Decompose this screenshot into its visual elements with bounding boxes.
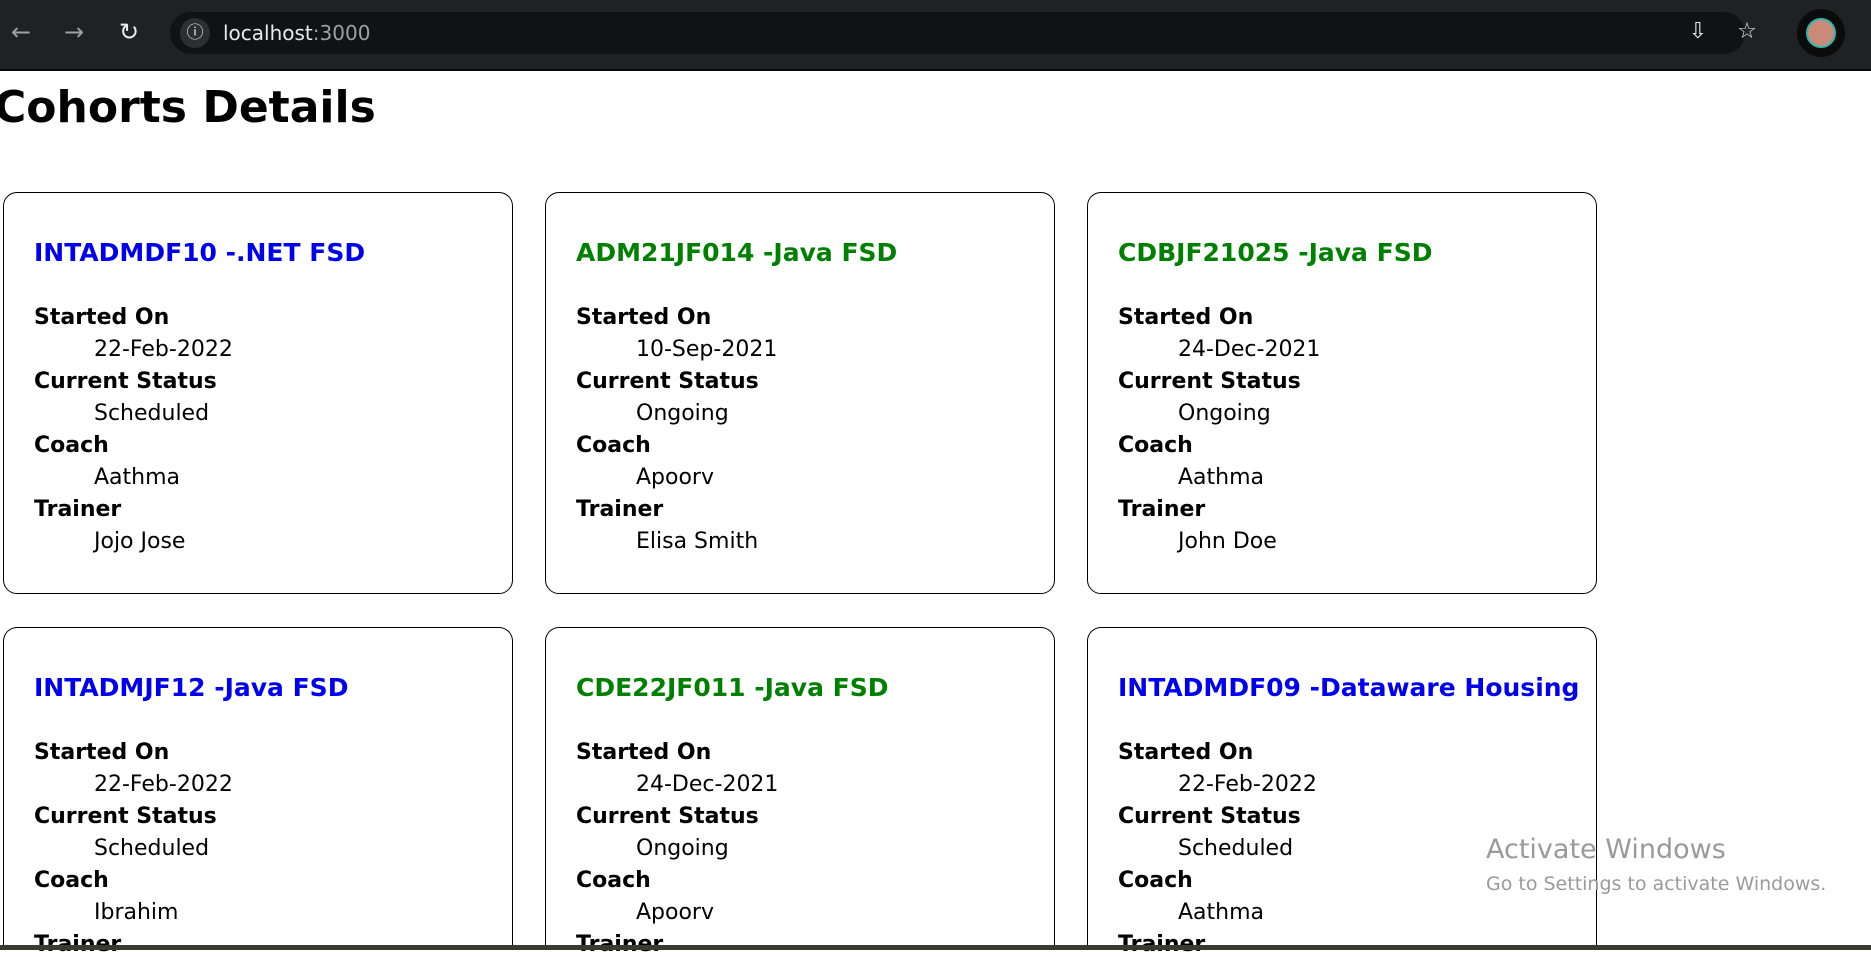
current-status-label: Current Status: [1118, 369, 1301, 394]
cohort-title: CDBJF21025 -Java FSD: [1118, 238, 1433, 267]
coach-label: Coach: [1118, 433, 1193, 458]
bookmark-star-icon[interactable]: ☆: [1731, 16, 1763, 48]
started-on-label: Started On: [34, 740, 170, 765]
coach-label: Coach: [576, 868, 651, 893]
windows-activation-watermark: Activate Windows Go to Settings to activ…: [1486, 834, 1826, 895]
cohort-title: INTADMJF12 -Java FSD: [34, 673, 349, 702]
current-status-label: Current Status: [1118, 804, 1301, 829]
page-title: Cohorts Details: [0, 82, 376, 133]
started-on-value: 10-Sep-2021: [636, 337, 778, 362]
started-on-value: 22-Feb-2022: [94, 772, 233, 797]
trainer-label: Trainer: [34, 497, 122, 522]
cohort-title: ADM21JF014 -Java FSD: [576, 238, 898, 267]
url-text[interactable]: localhost:3000: [223, 21, 370, 45]
cohort-card: CDBJF21025 -Java FSD Started On 24-Dec-2…: [1087, 192, 1597, 594]
current-status-label: Current Status: [576, 804, 759, 829]
started-on-value: 22-Feb-2022: [94, 337, 233, 362]
trainer-label: Trainer: [576, 497, 664, 522]
cohort-card: INTADMJF12 -Java FSD Started On 22-Feb-2…: [3, 627, 513, 957]
trainer-value: Elisa Smith: [636, 529, 759, 554]
current-status-label: Current Status: [34, 369, 217, 394]
watermark-subtitle: Go to Settings to activate Windows.: [1486, 873, 1827, 895]
current-status-value: Ongoing: [636, 401, 729, 426]
started-on-label: Started On: [576, 740, 712, 765]
started-on-value: 24-Dec-2021: [636, 772, 779, 797]
trainer-label: Trainer: [1118, 497, 1206, 522]
cohort-title: CDE22JF011 -Java FSD: [576, 673, 889, 702]
cohort-card: INTADMDF10 -.NET FSD Started On 22-Feb-2…: [3, 192, 513, 594]
coach-value: Aathma: [94, 465, 181, 490]
current-status-value: Ongoing: [636, 836, 729, 861]
current-status-value: Ongoing: [1178, 401, 1271, 426]
coach-label: Coach: [34, 868, 109, 893]
cohort-title: INTADMDF09 -Dataware Housing: [1118, 673, 1580, 702]
url-host: localhost: [223, 21, 313, 45]
coach-label: Coach: [1118, 868, 1193, 893]
started-on-label: Started On: [34, 305, 170, 330]
watermark-title: Activate Windows: [1486, 834, 1726, 865]
current-status-value: Scheduled: [94, 401, 210, 426]
install-app-icon[interactable]: ⇩: [1682, 16, 1714, 48]
started-on-label: Started On: [576, 305, 712, 330]
site-info-icon[interactable]: ⓘ: [180, 18, 210, 48]
current-status-value: Scheduled: [94, 836, 210, 861]
cohort-title: INTADMDF10 -.NET FSD: [34, 238, 366, 267]
forward-arrow-icon[interactable]: →: [58, 16, 90, 48]
coach-value: Apoorv: [636, 465, 714, 490]
cohort-card: ADM21JF014 -Java FSD Started On 10-Sep-2…: [545, 192, 1055, 594]
browser-toolbar: ← → ↻ ⓘ localhost:3000 ⇩ ☆: [0, 0, 1871, 71]
taskbar-edge: [0, 945, 1871, 950]
cohort-card: INTADMDF09 -Dataware Housing Started On …: [1087, 627, 1597, 957]
profile-avatar[interactable]: [1797, 9, 1845, 57]
started-on-value: 22-Feb-2022: [1178, 772, 1317, 797]
address-bar[interactable]: ⓘ localhost:3000: [170, 12, 1745, 54]
started-on-value: 24-Dec-2021: [1178, 337, 1321, 362]
current-status-label: Current Status: [576, 369, 759, 394]
back-arrow-icon[interactable]: ←: [5, 16, 37, 48]
coach-value: Aathma: [1178, 465, 1265, 490]
coach-value: Apoorv: [636, 900, 714, 925]
coach-label: Coach: [34, 433, 109, 458]
current-status-label: Current Status: [34, 804, 217, 829]
started-on-label: Started On: [1118, 305, 1254, 330]
cohort-card: CDE22JF011 -Java FSD Started On 24-Dec-2…: [545, 627, 1055, 957]
coach-value: Aathma: [1178, 900, 1265, 925]
started-on-label: Started On: [1118, 740, 1254, 765]
trainer-value: John Doe: [1178, 529, 1277, 554]
coach-value: Ibrahim: [94, 900, 179, 925]
url-port: :3000: [312, 21, 371, 45]
current-status-value: Scheduled: [1178, 836, 1294, 861]
trainer-value: Jojo Jose: [94, 529, 186, 554]
coach-label: Coach: [576, 433, 651, 458]
profile-photo-icon: [1806, 18, 1836, 48]
reload-icon[interactable]: ↻: [113, 16, 145, 48]
